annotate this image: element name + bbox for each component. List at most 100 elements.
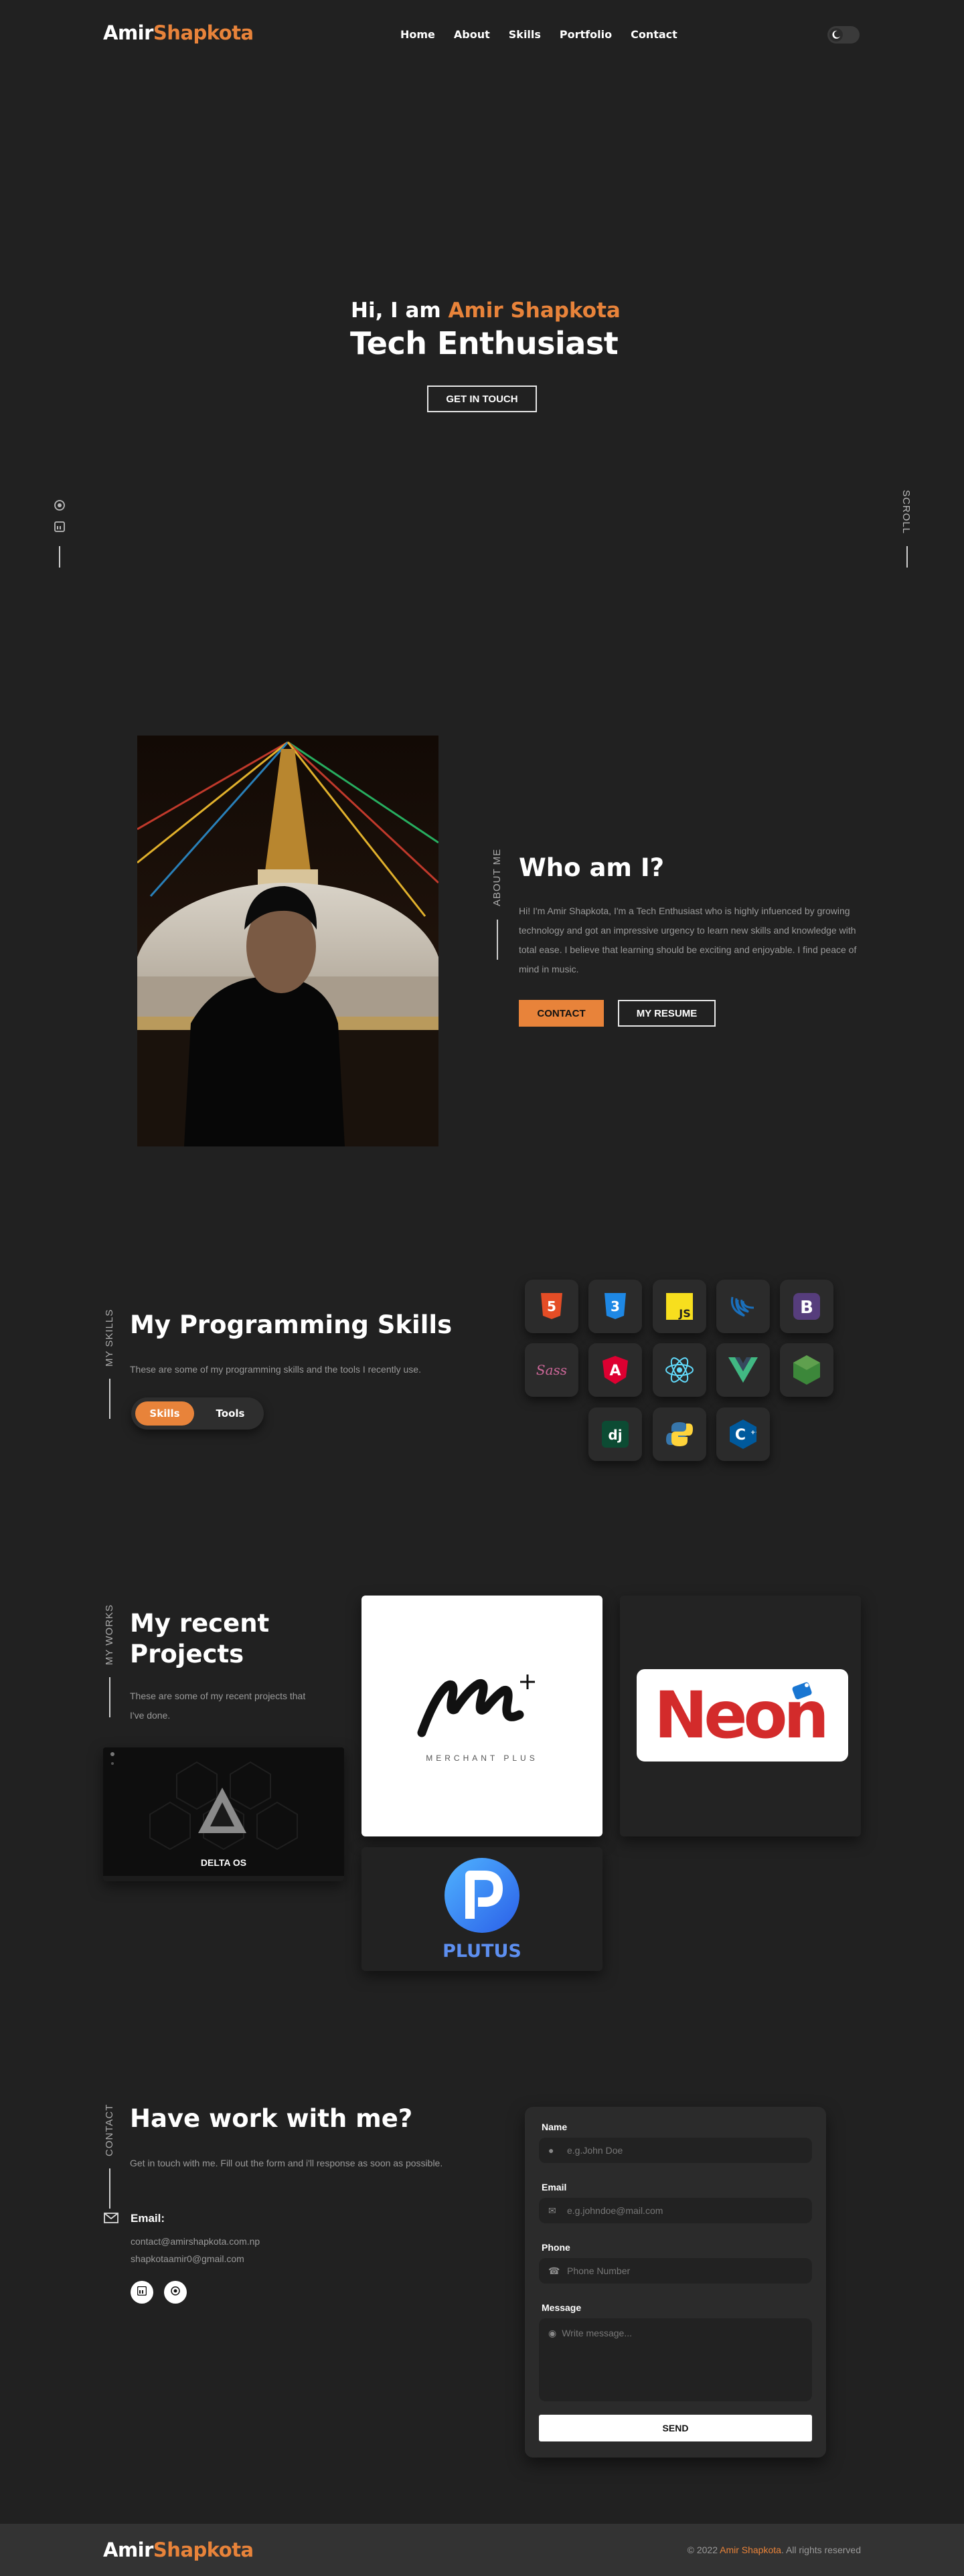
scroll-line [906, 546, 908, 568]
project-card-neon[interactable]: Neon [620, 1596, 861, 1836]
projects-text: These are some of my recent projects tha… [130, 1691, 306, 1721]
nav-home[interactable]: Home [400, 28, 435, 41]
nav-portfolio[interactable]: Portfolio [560, 28, 612, 41]
phone-label: Phone [542, 2242, 570, 2253]
neon-logo-box: Neon [637, 1669, 848, 1762]
contact-form: Name ● e.g.John Doe Email ✉ e.g.johndoe@ma… [525, 2107, 826, 2458]
svg-text:Sass: Sass [536, 1362, 567, 1378]
user-icon: ● [548, 2145, 554, 2156]
email-address-1[interactable]: contact@amirshapkota.com.np [131, 2233, 260, 2250]
projects-side-line [109, 1677, 110, 1717]
tools-tab[interactable]: Tools [201, 1401, 260, 1426]
nodejs-icon [780, 1343, 833, 1397]
projects-title-line1: My recent [130, 1609, 270, 1638]
scroll-label: SCROLL [900, 490, 912, 535]
message-placeholder: Write message... [562, 2328, 632, 2338]
svg-text:5: 5 [547, 1298, 556, 1314]
get-in-touch-button[interactable]: GET IN TOUCH [427, 385, 537, 412]
svg-text:C: C [735, 1427, 746, 1444]
github-icon[interactable] [54, 499, 66, 511]
copyright: © 2022 Amir Shapkota. All rights reserve… [688, 2545, 861, 2555]
angular-icon: A [588, 1343, 642, 1397]
react-icon [653, 1343, 706, 1397]
projects-title: My recent Projects [130, 1608, 269, 1670]
vue-icon [716, 1343, 770, 1397]
project-card-plutus[interactable]: PLUTUS [362, 1847, 602, 1971]
phone-icon: ☎ [548, 2265, 560, 2276]
skills-title: My Programming Skills [130, 1310, 453, 1339]
contact-side-label: CONTACT [104, 2103, 115, 2156]
send-button[interactable]: SEND [539, 2415, 812, 2441]
moon-icon [829, 28, 843, 41]
plutus-logo [445, 1858, 519, 1933]
about-text: Hi! I'm Amir Shapkota, I'm a Tech Enthus… [519, 906, 857, 974]
github-button[interactable] [164, 2281, 187, 2304]
django-icon: dj [588, 1407, 642, 1461]
svg-text:B: B [800, 1298, 813, 1318]
skills-side-label: MY SKILLS [104, 1308, 115, 1367]
copyright-prefix: © 2022 [687, 2545, 720, 2555]
footer-logo[interactable]: AmirShapkota [103, 2539, 254, 2561]
neon-tag-icon [789, 1677, 816, 1707]
phone-placeholder: Phone Number [567, 2265, 631, 2276]
project-card-merchant-plus[interactable]: MERCHANT PLUS [362, 1596, 602, 1836]
jquery-icon [716, 1280, 770, 1333]
bootstrap-icon: B [780, 1280, 833, 1333]
theme-toggle[interactable] [827, 26, 860, 44]
contact-button[interactable]: CONTACT [519, 1000, 604, 1027]
my-resume-button[interactable]: MY RESUME [618, 1000, 716, 1027]
python-icon [653, 1407, 706, 1461]
footer-logo-second: Shapkota [153, 2539, 254, 2561]
footer: AmirShapkota © 2022 Amir Shapkota. All r… [0, 2524, 964, 2576]
contact-title: Have work with me? [130, 2104, 413, 2133]
skills-side-line [109, 1379, 110, 1419]
html5-icon: 5 [525, 1280, 578, 1333]
linkedin-button[interactable] [131, 2281, 153, 2304]
svg-text:3: 3 [611, 1298, 620, 1314]
svg-text:dj: dj [608, 1427, 622, 1443]
cplusplus-icon: C ++ [716, 1407, 770, 1461]
footer-logo-first: Amir [103, 2539, 153, 2561]
profile-photo [137, 736, 438, 1146]
merchant-plus-logo [417, 1675, 535, 1737]
linkedin-icon[interactable] [54, 521, 66, 533]
delta-os-label: DELTA OS [200, 1857, 247, 1868]
hero-title: Tech Enthusiast [350, 325, 619, 361]
copyright-name[interactable]: Amir Shapkota [720, 2545, 781, 2555]
name-placeholder: e.g.John Doe [567, 2145, 623, 2156]
projects-title-line2: Projects [130, 1640, 244, 1669]
message-field[interactable]: ◉ Write message... [539, 2318, 812, 2401]
copyright-suffix: . All rights reserved [781, 2545, 861, 2555]
left-social-line [59, 546, 60, 568]
contact-side-line [109, 2168, 110, 2209]
github-icon [171, 2286, 180, 2299]
skills-tab[interactable]: Skills [135, 1401, 194, 1426]
about-side-line [497, 920, 498, 960]
hero-greeting: Hi, I am Amir Shapkota [351, 298, 621, 323]
message-label: Message [542, 2302, 582, 2313]
nav-skills[interactable]: Skills [509, 28, 541, 41]
logo-second: Shapkota [153, 21, 254, 44]
email-address-2[interactable]: shapkotaamir0@gmail.com [131, 2250, 244, 2267]
name-label: Name [542, 2122, 568, 2132]
chat-icon: ◉ [548, 2328, 557, 2338]
email-label: Email [542, 2182, 567, 2193]
merchant-plus-sub: MERCHANT PLUS [426, 1753, 538, 1763]
logo-first: Amir [103, 21, 153, 44]
name-field[interactable]: ● e.g.John Doe [539, 2138, 812, 2163]
skills-tools-toggle[interactable]: Skills Tools [131, 1397, 264, 1430]
phone-field[interactable]: ☎ Phone Number [539, 2258, 812, 2284]
skills-text: These are some of my programming skills … [130, 1364, 421, 1375]
nav-about[interactable]: About [454, 28, 490, 41]
plutus-label: PLUTUS [443, 1941, 521, 1962]
email-field[interactable]: ✉ e.g.johndoe@mail.com [539, 2198, 812, 2223]
javascript-icon: JS [653, 1280, 706, 1333]
about-title: Who am I? [519, 853, 665, 882]
mail-icon [104, 2213, 118, 2227]
svg-text:JS: JS [678, 1307, 690, 1320]
nav-contact[interactable]: Contact [631, 28, 677, 41]
site-logo[interactable]: AmirShapkota [103, 21, 254, 44]
project-card-delta-os[interactable]: DELTA OS [103, 1747, 344, 1881]
envelope-icon: ✉ [548, 2205, 556, 2216]
svg-text:A: A [609, 1363, 621, 1379]
